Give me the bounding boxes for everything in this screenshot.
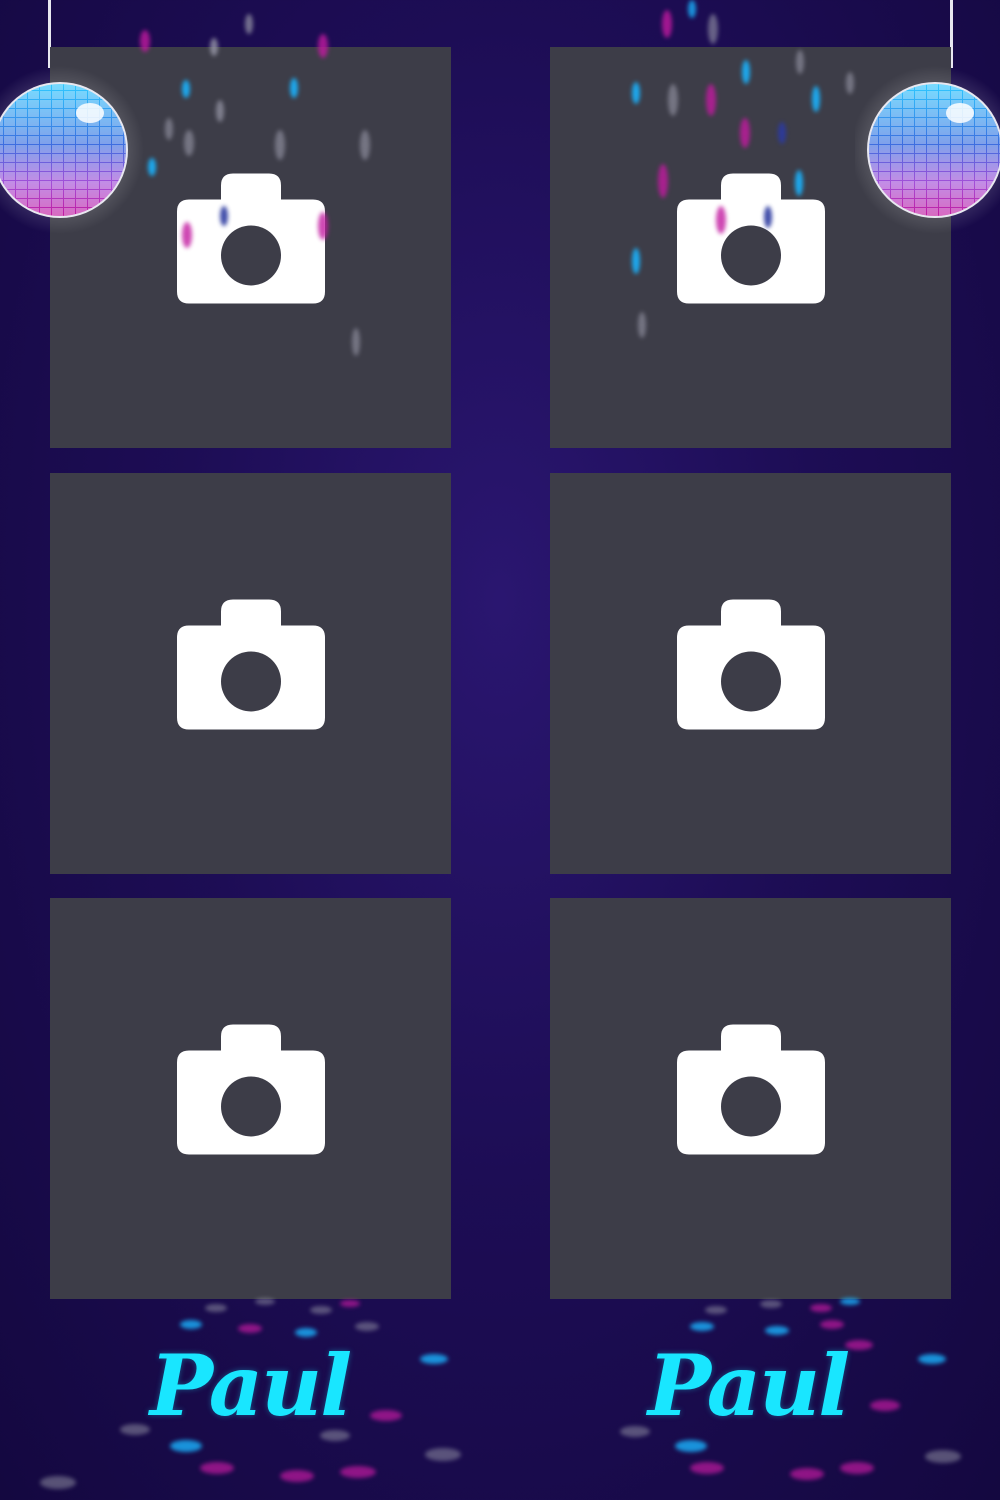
floor-light — [765, 1326, 789, 1335]
light-speck — [740, 118, 750, 148]
light-speck — [668, 84, 678, 116]
light-speck — [795, 170, 803, 196]
floor-light — [280, 1470, 314, 1482]
light-speck — [245, 14, 253, 34]
light-speck — [360, 130, 370, 160]
floor-light — [340, 1466, 376, 1478]
camera-icon — [676, 1023, 825, 1154]
light-speck — [352, 328, 360, 356]
light-speck — [658, 164, 668, 198]
floor-light — [205, 1304, 227, 1312]
light-speck — [318, 212, 328, 240]
light-speck — [638, 312, 646, 338]
floor-light — [238, 1324, 262, 1333]
floor-light — [420, 1354, 448, 1364]
name-label-left: Paul — [149, 1336, 352, 1435]
floor-light — [690, 1322, 714, 1331]
floor-light — [180, 1320, 202, 1329]
camera-icon — [176, 172, 325, 303]
light-speck — [220, 206, 228, 226]
light-speck — [662, 10, 672, 38]
light-speck — [182, 222, 192, 248]
light-speck — [184, 130, 194, 156]
light-speck — [812, 86, 820, 112]
light-speck — [210, 38, 218, 56]
light-speck — [778, 122, 786, 144]
light-speck — [140, 30, 150, 52]
light-speck — [632, 82, 640, 104]
light-speck — [216, 100, 224, 122]
disco-ball-icon — [855, 66, 1000, 234]
camera-icon — [176, 598, 325, 729]
floor-light — [675, 1440, 707, 1452]
camera-icon — [176, 1023, 325, 1154]
floor-light — [840, 1462, 874, 1474]
light-speck — [764, 206, 772, 228]
light-speck — [716, 206, 726, 234]
camera-icon — [676, 172, 825, 303]
floor-light — [310, 1306, 332, 1314]
light-speck — [165, 118, 173, 140]
floor-light — [760, 1300, 782, 1308]
floor-light — [810, 1304, 832, 1312]
floor-light — [170, 1440, 202, 1452]
light-speck — [290, 78, 298, 98]
light-speck — [318, 34, 328, 58]
light-speck — [706, 84, 716, 116]
photo-slot-6[interactable] — [550, 898, 951, 1299]
floor-light — [40, 1476, 76, 1489]
light-speck — [708, 14, 718, 44]
photo-slot-3[interactable] — [50, 473, 451, 874]
floor-light — [705, 1306, 727, 1314]
camera-icon — [676, 598, 825, 729]
photo-slot-4[interactable] — [550, 473, 951, 874]
light-speck — [846, 72, 854, 94]
name-label-right: Paul — [647, 1336, 850, 1435]
floor-light — [690, 1462, 724, 1474]
floor-light — [918, 1354, 946, 1364]
floor-light — [840, 1298, 860, 1305]
light-speck — [688, 0, 696, 18]
floor-light — [425, 1448, 461, 1461]
light-speck — [182, 80, 190, 98]
floor-light — [820, 1320, 844, 1329]
floor-light — [355, 1322, 379, 1331]
disco-ball-icon — [0, 66, 144, 234]
floor-light — [790, 1468, 824, 1480]
light-speck — [742, 60, 750, 84]
photo-slot-5[interactable] — [50, 898, 451, 1299]
light-speck — [796, 50, 804, 74]
light-speck — [275, 130, 285, 160]
floor-light — [255, 1298, 275, 1305]
floor-light — [200, 1462, 234, 1474]
floor-light — [925, 1450, 961, 1463]
light-speck — [632, 248, 640, 274]
floor-light — [340, 1300, 360, 1307]
